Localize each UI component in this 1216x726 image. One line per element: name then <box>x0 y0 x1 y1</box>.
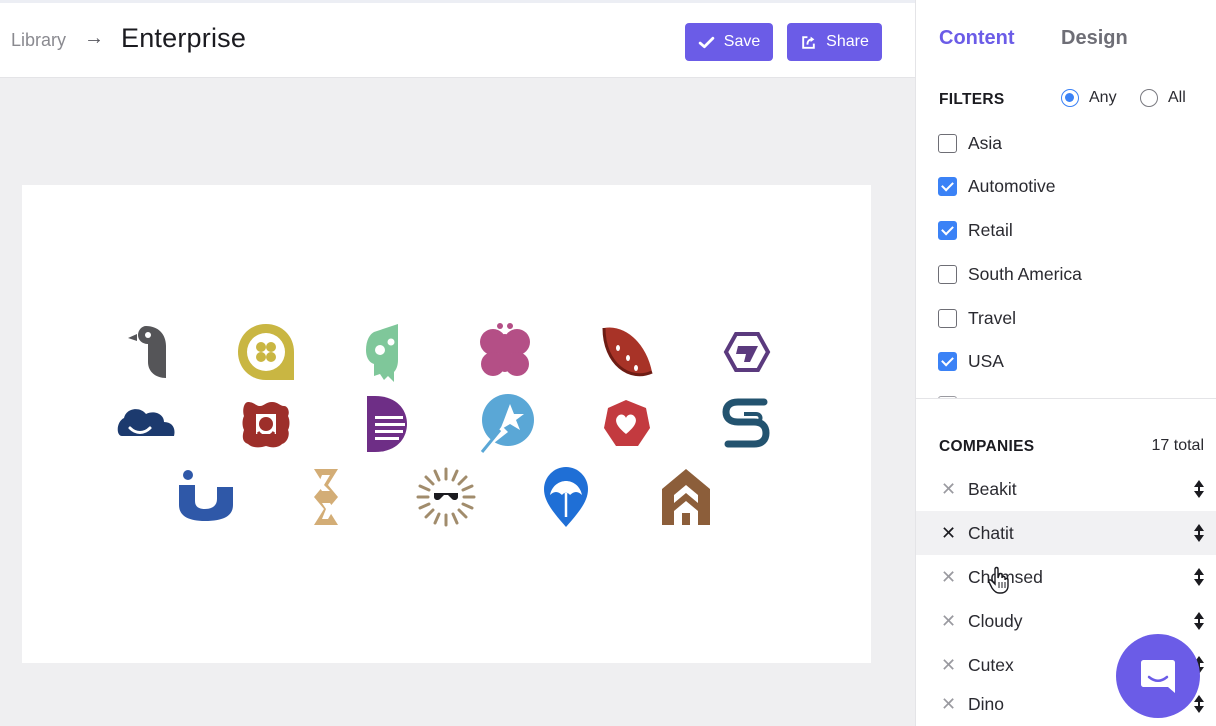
skull-logo[interactable] <box>354 320 418 384</box>
share-icon <box>802 35 815 49</box>
filter-travel[interactable]: Travel <box>938 308 1016 329</box>
company-name: Chomsed <box>968 566 1043 587</box>
checkbox-checked-icon[interactable] <box>938 177 957 196</box>
page-title: Enterprise <box>121 23 247 53</box>
sort-icon[interactable] <box>1193 611 1205 631</box>
match-any-label: Any <box>1089 89 1117 106</box>
filter-asia[interactable]: Asia <box>938 133 1002 154</box>
striped-d-logo[interactable] <box>353 392 417 456</box>
close-icon[interactable]: ✕ <box>941 694 956 715</box>
save-label: Save <box>723 33 761 50</box>
filter-automotive[interactable]: Automotive <box>938 176 1056 197</box>
umbrella-pin-logo[interactable] <box>534 465 598 529</box>
company-name: Cloudy <box>968 610 1023 631</box>
checkbox-icon[interactable] <box>938 309 957 328</box>
heart-circle-logo[interactable] <box>594 392 658 456</box>
chat-launcher-button[interactable] <box>1116 634 1200 718</box>
top-bar: Library → Enterprise Save Share <box>0 0 915 78</box>
close-icon[interactable]: ✕ <box>941 523 956 544</box>
filter-label: Automotive <box>968 176 1056 196</box>
butterfly-logo[interactable] <box>473 320 537 384</box>
company-name: Dino <box>968 693 1004 714</box>
company-item[interactable]: ✕ Chomsed <box>916 555 1216 599</box>
companies-heading: COMPANIES <box>939 438 1035 455</box>
match-any-radio[interactable]: Any <box>1061 89 1117 107</box>
filter-label: Travel <box>968 308 1016 328</box>
flower-square-logo[interactable] <box>234 392 298 456</box>
main-area: Library → Enterprise Save Share <box>0 0 915 726</box>
breadcrumb-arrow-icon: → <box>84 27 104 49</box>
artboard-canvas[interactable] <box>22 185 871 663</box>
save-button[interactable]: Save <box>685 23 773 61</box>
radio-on-icon <box>1061 89 1079 107</box>
match-all-radio[interactable]: All <box>1140 89 1186 107</box>
filter-south-america[interactable]: South America <box>938 264 1082 285</box>
company-name: Chatit <box>968 522 1014 543</box>
watermelon-logo[interactable] <box>594 320 658 384</box>
filter-retail[interactable]: Retail <box>938 220 1013 241</box>
match-all-label: All <box>1168 89 1186 106</box>
sort-icon[interactable] <box>1193 567 1205 587</box>
knot-logo[interactable] <box>294 465 358 529</box>
close-icon[interactable]: ✕ <box>941 479 956 500</box>
companies-count: 17 total <box>1151 437 1204 454</box>
filter-label: South America <box>968 264 1082 284</box>
filter-label: Asia <box>968 133 1003 153</box>
chat-icon <box>1141 660 1175 693</box>
tab-design[interactable]: Design <box>1061 27 1128 50</box>
house-logo[interactable] <box>654 465 718 529</box>
close-icon[interactable]: ✕ <box>941 567 956 588</box>
cloud-logo[interactable] <box>114 392 178 456</box>
close-icon[interactable]: ✕ <box>941 655 956 676</box>
checkbox-icon[interactable] <box>938 134 957 153</box>
hexagon-logo[interactable] <box>714 320 778 384</box>
right-panel: Content Design FILTERS Any All Asia Auto… <box>915 0 1216 726</box>
linked-s-logo[interactable] <box>714 392 778 456</box>
sun-glasses-logo[interactable] <box>414 465 478 529</box>
checkbox-icon[interactable] <box>938 265 957 284</box>
share-label: Share <box>826 33 869 50</box>
company-name: Beakit <box>968 478 1017 499</box>
bird-logo[interactable] <box>118 320 182 384</box>
company-name: Cutex <box>968 654 1014 675</box>
filter-usa[interactable]: USA <box>938 351 1004 372</box>
speech-flower-logo[interactable] <box>234 320 298 384</box>
company-item[interactable]: ✕ Chatit <box>916 511 1216 555</box>
breadcrumb-library[interactable]: Library <box>11 30 66 51</box>
sort-icon[interactable] <box>1193 694 1205 714</box>
sort-icon[interactable] <box>1193 523 1205 543</box>
divider <box>916 398 1216 399</box>
filter-label: USA <box>968 351 1004 371</box>
checkbox-checked-icon[interactable] <box>938 352 957 371</box>
filter-label: Retail <box>968 220 1013 240</box>
company-item[interactable]: ✕ Beakit <box>916 467 1216 511</box>
checkbox-checked-icon[interactable] <box>938 221 957 240</box>
u-shape-logo[interactable] <box>173 465 237 529</box>
sort-icon[interactable] <box>1193 479 1205 499</box>
check-icon <box>698 36 715 48</box>
star-comet-logo[interactable] <box>474 392 538 456</box>
radio-off-icon <box>1140 89 1158 107</box>
tab-content[interactable]: Content <box>939 27 1015 50</box>
close-icon[interactable]: ✕ <box>941 611 956 632</box>
share-button[interactable]: Share <box>787 23 882 61</box>
filters-heading: FILTERS <box>939 91 1005 108</box>
